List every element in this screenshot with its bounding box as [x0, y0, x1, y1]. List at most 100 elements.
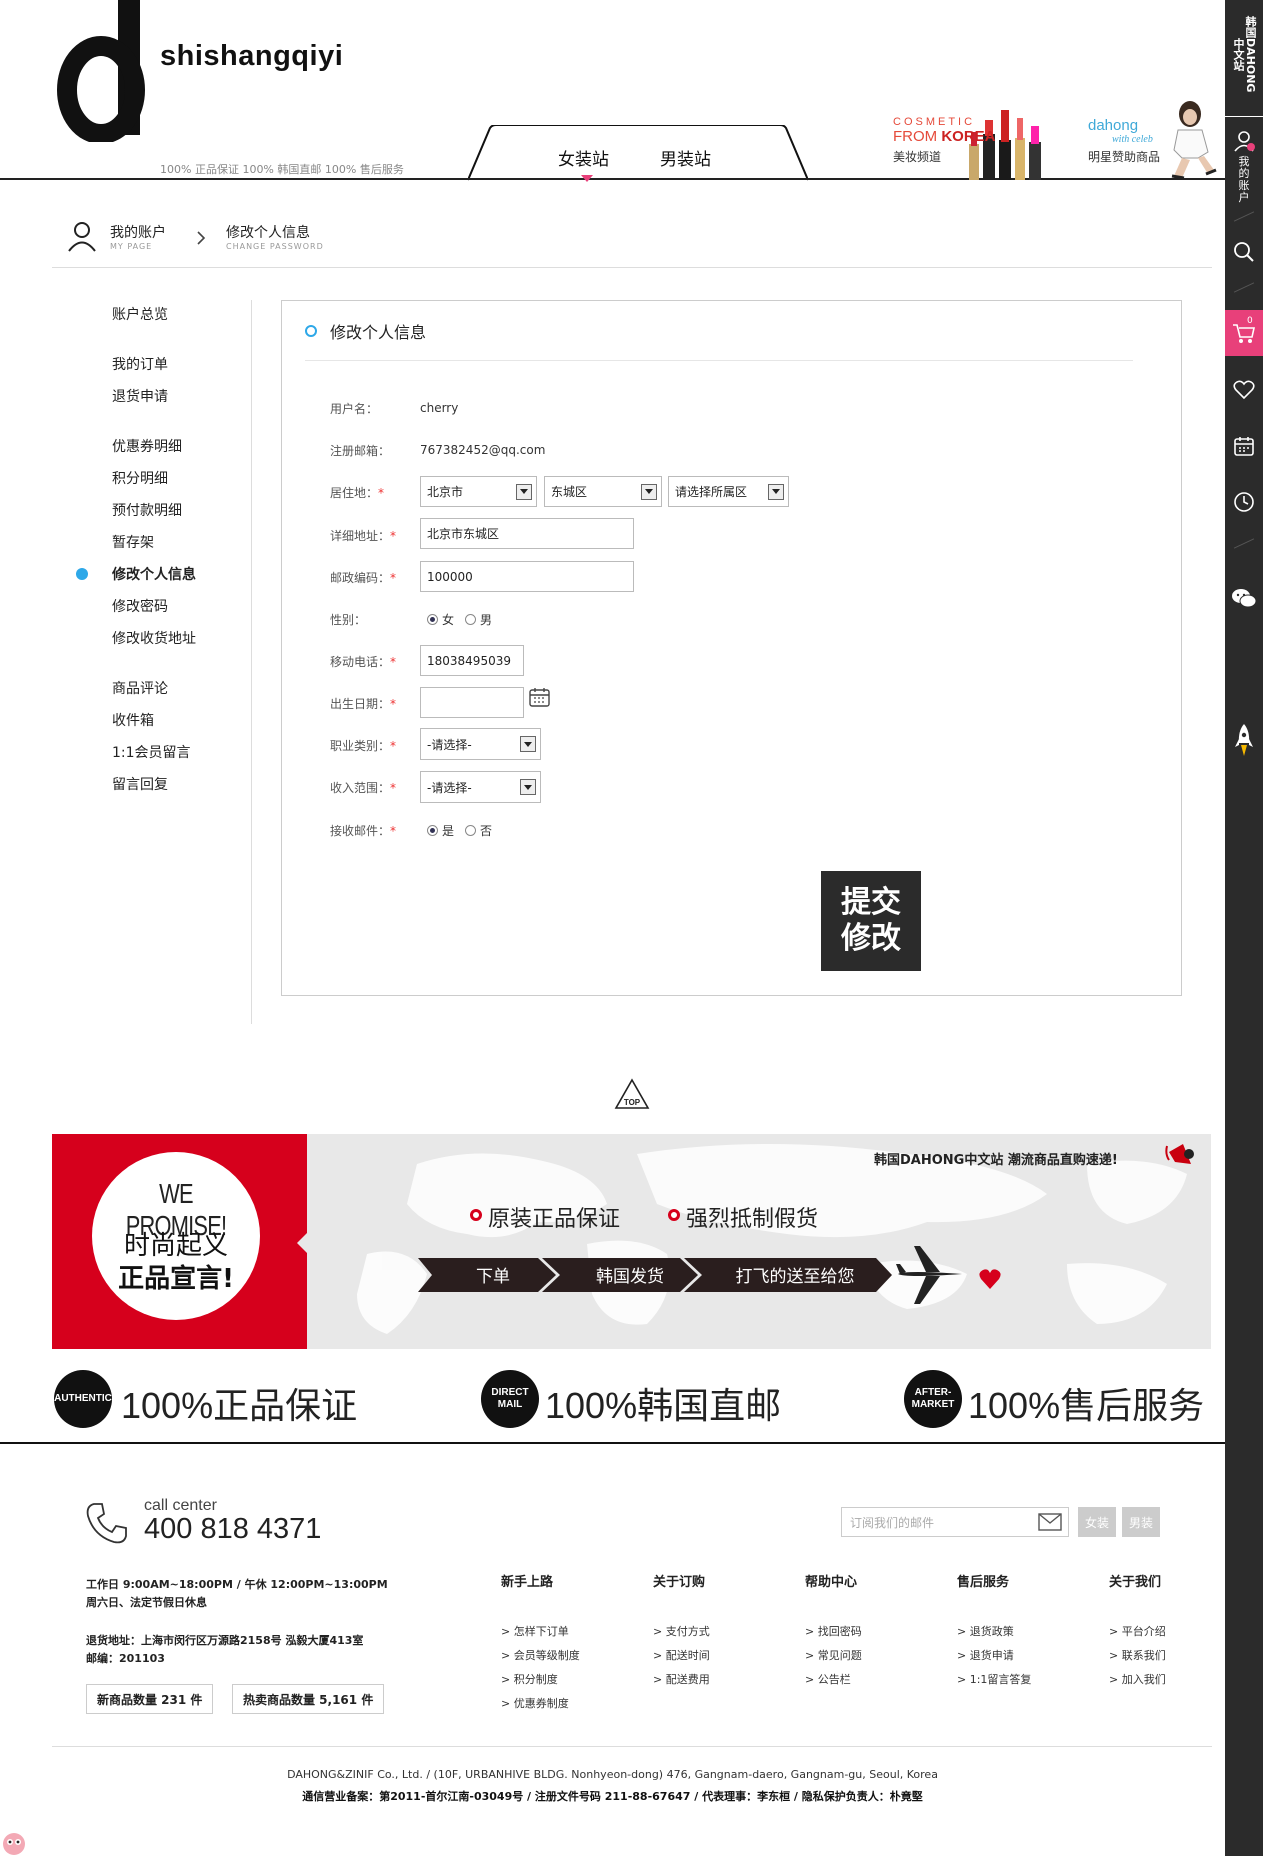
district-select[interactable]: 东城区: [544, 476, 662, 507]
footer-link[interactable]: > 优惠券制度: [501, 1695, 569, 1711]
submit-label-2: 修改: [841, 921, 901, 956]
nav-women[interactable]: 女装站: [558, 145, 609, 170]
newsletter-yes-radio[interactable]: [427, 825, 438, 836]
footer-link[interactable]: > 1:1留言答复: [957, 1671, 1031, 1687]
profile-form-panel: [281, 300, 1182, 996]
gender-male-label: 男: [480, 613, 493, 627]
sidebar-calendar[interactable]: [1225, 426, 1263, 466]
breadcrumb-current-cn: 修改个人信息: [226, 225, 310, 241]
sidebar-search[interactable]: [1225, 232, 1263, 272]
subscribe-women-button[interactable]: 女装: [1078, 1507, 1116, 1537]
nav-men[interactable]: 男装站: [660, 145, 711, 170]
footer-link[interactable]: > 积分制度: [501, 1671, 558, 1687]
breadcrumb-home[interactable]: 我的账户 MY PAGE: [110, 222, 166, 251]
subscribe-placeholder: 订阅我们的邮件: [850, 1515, 935, 1530]
sidebar-history[interactable]: [1225, 482, 1263, 522]
menu-inbox[interactable]: 收件箱: [112, 710, 154, 730]
label-zip: 邮政编码：*: [330, 569, 396, 586]
cart-count: 0: [1247, 316, 1253, 326]
footer-link[interactable]: > 支付方式: [653, 1623, 710, 1639]
subscribe-input[interactable]: 订阅我们的邮件: [841, 1507, 1069, 1537]
calendar-icon[interactable]: [529, 687, 550, 707]
sidebar-top-rocket[interactable]: [1225, 720, 1263, 760]
authentic-badge: AUTHENTIC: [54, 1370, 112, 1428]
footer-link[interactable]: > 退货申请: [957, 1647, 1014, 1663]
newsletter-no-radio[interactable]: [465, 825, 476, 836]
footer-link[interactable]: > 常见问题: [805, 1647, 862, 1663]
menu-qa[interactable]: 1:1会员留言: [112, 742, 191, 762]
menu-reviews[interactable]: 商品评论: [112, 678, 168, 698]
label-gender: 性别：: [330, 613, 367, 627]
footer-link[interactable]: > 配送时间: [653, 1647, 710, 1663]
footer-link[interactable]: > 公告栏: [805, 1671, 851, 1687]
subscribe-men-button[interactable]: 男装: [1122, 1507, 1160, 1537]
new-items-count[interactable]: 新商品数量 231 件: [86, 1684, 214, 1714]
footer-link[interactable]: > 退货政策: [957, 1623, 1014, 1639]
after-market-badge: AFTER-MARKET: [904, 1370, 962, 1428]
holiday-hours: 周六日、法定节假日休息: [86, 1596, 207, 1609]
footer-link[interactable]: > 找回密码: [805, 1623, 862, 1639]
breadcrumb-home-cn: 我的账户: [110, 225, 166, 241]
call-center-number[interactable]: 400 818 4371: [144, 1513, 321, 1546]
menu-prepaid[interactable]: 预付款明细: [112, 500, 182, 520]
footer-link[interactable]: > 加入我们: [1109, 1671, 1166, 1687]
province-select[interactable]: 北京市: [420, 476, 537, 507]
sidebar-wechat[interactable]: [1225, 578, 1263, 618]
submit-label-1: 提交: [841, 885, 901, 920]
mail-icon[interactable]: [1038, 1513, 1062, 1531]
mascot-icon[interactable]: [0, 1820, 30, 1856]
required-mark: *: [390, 781, 397, 795]
footer-link[interactable]: > 怎样下订单: [501, 1623, 569, 1639]
address-input[interactable]: 北京市东城区: [420, 518, 634, 549]
step-ship: 韩国发货: [596, 1266, 664, 1287]
footer-link[interactable]: > 配送费用: [653, 1671, 710, 1687]
sidebar-divider: [1233, 282, 1255, 293]
celeb-products[interactable]: 明星赞助商品: [1088, 148, 1160, 165]
clock-icon: [1234, 492, 1254, 512]
back-to-top-button[interactable]: TOP: [614, 1078, 650, 1112]
submit-button[interactable]: 提交 修改: [821, 871, 921, 971]
brand-name[interactable]: shishangqiyi: [160, 40, 343, 73]
account-link[interactable]: 我的账户: [1225, 128, 1263, 204]
zip-input[interactable]: 100000: [420, 561, 634, 592]
hot-items-count[interactable]: 热卖商品数量 5,161 件: [232, 1684, 385, 1714]
birthday-input[interactable]: [420, 687, 524, 718]
menu-address[interactable]: 修改收货地址: [112, 628, 196, 648]
job-select[interactable]: -请选择-: [420, 728, 541, 760]
footer-col-title: 关于我们: [1109, 1575, 1162, 1590]
mobile-input[interactable]: 18038495039: [420, 645, 524, 676]
celeb-with: with celeb: [1112, 134, 1153, 145]
menu-returns[interactable]: 退货申请: [112, 386, 168, 406]
menu-orders[interactable]: 我的订单: [112, 354, 168, 374]
cosmetic-channel[interactable]: 美妆频道: [893, 148, 941, 165]
sidebar-top-divider: [1225, 116, 1263, 117]
footer-link[interactable]: > 会员等级制度: [501, 1647, 580, 1663]
footer-link[interactable]: > 平台介绍: [1109, 1623, 1166, 1639]
sidebar-wishlist[interactable]: [1225, 370, 1263, 410]
menu-profile[interactable]: 修改个人信息: [112, 564, 196, 584]
menu-saved[interactable]: 暂存架: [112, 532, 154, 552]
area-select[interactable]: 请选择所属区: [668, 476, 789, 507]
income-value: -请选择-: [427, 780, 472, 795]
menu-replies[interactable]: 留言回复: [112, 774, 168, 794]
logo-d[interactable]: [56, 0, 146, 142]
required-mark: *: [390, 739, 397, 753]
footer-link[interactable]: > 联系我们: [1109, 1647, 1166, 1663]
promise-line2: 正品宣言!: [118, 1264, 234, 1294]
sidebar-cart[interactable]: 0: [1225, 310, 1263, 356]
footer-col-title: 售后服务: [957, 1575, 1010, 1590]
label-email: 注册邮箱：: [330, 444, 391, 458]
gender-female-radio[interactable]: [427, 614, 438, 625]
menu-overview[interactable]: 账户总览: [112, 304, 168, 324]
label-address-text: 详细地址：: [330, 529, 391, 543]
menu-points[interactable]: 积分明细: [112, 468, 168, 488]
required-mark: *: [390, 697, 397, 711]
gender-male-radio[interactable]: [465, 614, 476, 625]
menu-coupons[interactable]: 优惠券明细: [112, 436, 182, 456]
footer-col-title: 新手上路: [501, 1575, 554, 1590]
income-select[interactable]: -请选择-: [420, 771, 541, 803]
chevron-down-icon: [516, 483, 532, 500]
site-label[interactable]: 韩国DAHONG中文站: [1225, 14, 1263, 94]
rocket-icon: [1235, 724, 1253, 756]
menu-password[interactable]: 修改密码: [112, 596, 168, 616]
